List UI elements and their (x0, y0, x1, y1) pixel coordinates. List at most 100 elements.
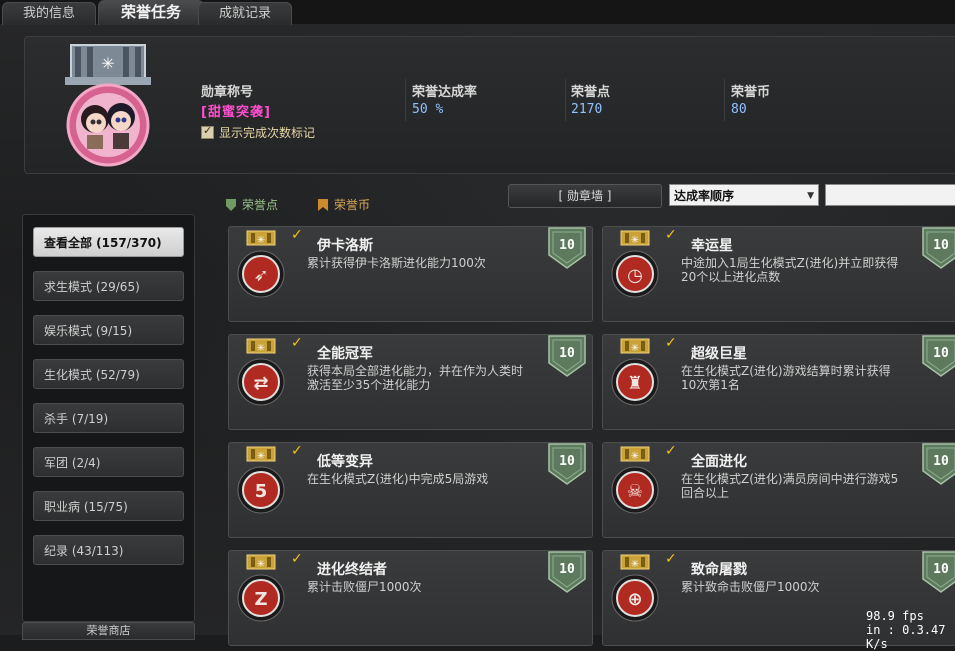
points-value: 10 (933, 454, 949, 469)
fps-readout: 98.9 fps (866, 609, 924, 623)
clock-icon: ◷ (627, 265, 643, 286)
points-value: 10 (933, 346, 949, 361)
wings-icon: ➶ (253, 265, 268, 286)
sidebar-item-records[interactable]: 纪录 (43/113) (33, 535, 184, 565)
sidebar-item-profession[interactable]: 职业病 (15/75) (33, 491, 184, 521)
honor-points-value: 2170 (571, 102, 603, 117)
achievement-card[interactable]: ✳ Z ✓ 进化终结者 累计击败僵尸1000次 10 (228, 550, 593, 646)
achievement-card[interactable]: ✳ ⇄ ✓ 全能冠军 获得本局全部进化能力，并在作为人类时激活至少35个进化能力 10 (228, 334, 593, 430)
achievement-card[interactable]: ✳ ☠ ✓ 全面进化 在生化模式Z(进化)满员房间中进行游戏5回合以上 10 (602, 442, 955, 538)
tab-bar: 我的信息 荣誉任务 成就记录 (0, 0, 955, 25)
honor-shop-button[interactable]: 荣誉商店 (22, 622, 195, 640)
show-count-checkbox[interactable]: ✓ (201, 124, 214, 139)
achievement-title: 全能冠军 (317, 346, 373, 362)
svg-text:✳: ✳ (101, 54, 114, 73)
tab-honor-tasks[interactable]: 荣誉任务 (98, 0, 204, 25)
svg-text:✳: ✳ (257, 451, 265, 462)
achievement-title: 超级巨星 (691, 346, 747, 362)
achievement-description: 中途加入1局生化模式Z(进化)并立即获得20个以上进化点数 (681, 256, 899, 284)
category-sidebar: 查看全部 (157/370) 求生模式 (29/65) 娱乐模式 (9/15) … (22, 214, 195, 622)
achievement-card[interactable]: ✳ 5 ✓ 低等变异 在生化模式Z(进化)中完成5局游戏 10 (228, 442, 593, 538)
svg-text:✳: ✳ (257, 559, 265, 570)
completed-check-icon: ✓ (291, 551, 303, 567)
number-five-icon: 5 (255, 481, 268, 502)
svg-text:✳: ✳ (631, 559, 639, 570)
sidebar-item-all[interactable]: 查看全部 (157/370) (33, 227, 184, 257)
achievement-description: 累计致命击败僵尸1000次 (681, 580, 820, 594)
sort-dropdown-value: 达成率顺序 (674, 189, 735, 203)
points-badge: 10 (922, 227, 955, 269)
net-readout: in : 0.3.47 K/s (866, 623, 946, 651)
completed-check-icon: ✓ (665, 227, 677, 243)
honor-points-label: 荣誉点 (571, 85, 611, 100)
completed-check-icon: ✓ (665, 443, 677, 459)
sidebar-item-killer[interactable]: 杀手 (7/19) (33, 403, 184, 433)
achievement-card[interactable]: ✳ ♜ ✓ 超级巨星 在生化模式Z(进化)游戏结算时累计获得10次第1名 10 (602, 334, 955, 430)
achievement-card[interactable]: ✳ ◷ ✓ 幸运星 中途加入1局生化模式Z(进化)并立即获得20个以上进化点数 10 (602, 226, 955, 322)
svg-text:✳: ✳ (631, 235, 639, 246)
achievement-title: 进化终结者 (317, 562, 387, 578)
honor-coins-label: 荣誉币 (731, 85, 771, 100)
zombie-z-icon: Z (254, 589, 267, 610)
legend-honor-coins-label: 荣誉币 (334, 198, 371, 212)
legend-honor-points-label: 荣誉点 (242, 198, 279, 212)
tab-achievements[interactable]: 成就记录 (198, 2, 292, 25)
medal-wall-button[interactable]: [ 勋章墙 ] (508, 184, 662, 208)
tab-my-info[interactable]: 我的信息 (2, 2, 96, 25)
bookmark-icon (318, 199, 328, 211)
legend-honor-points: 荣誉点 (226, 196, 278, 213)
achievement-description: 累计击败僵尸1000次 (307, 580, 422, 594)
achievement-title: 伊卡洛斯 (317, 238, 373, 254)
achievement-title: 幸运星 (691, 238, 733, 254)
achievement-medal-icon: ✳⇄ (237, 338, 285, 406)
points-badge: 10 (922, 551, 955, 593)
achievement-medal-icon: ✳◷ (611, 230, 659, 298)
svg-text:✳: ✳ (631, 343, 639, 354)
completed-check-icon: ✓ (291, 443, 303, 459)
svg-text:✳: ✳ (631, 451, 639, 462)
points-badge: 10 (548, 551, 586, 593)
achievement-description: 在生化模式Z(进化)满员房间中进行游戏5回合以上 (681, 472, 899, 500)
achievement-medal-icon: ✳⊕ (611, 554, 659, 622)
medal-title-value: [甜蜜突袭] (201, 105, 271, 120)
achievement-title: 低等变异 (317, 454, 373, 470)
points-value: 10 (559, 454, 575, 469)
achievement-medal-icon: ✳➶ (237, 230, 285, 298)
trophy-icon: ♜ (627, 373, 643, 394)
shield-icon (226, 199, 236, 211)
points-value: 10 (559, 562, 575, 577)
points-badge: 10 (548, 227, 586, 269)
completed-check-icon: ✓ (665, 335, 677, 351)
points-value: 10 (933, 238, 949, 253)
completed-check-icon: ✓ (665, 551, 677, 567)
achievement-medal-icon: ✳5 (237, 446, 285, 514)
points-value: 10 (933, 562, 949, 577)
achievement-medal-icon: ✳♜ (611, 338, 659, 406)
divider (724, 79, 725, 121)
sidebar-item-zombie[interactable]: 生化模式 (52/79) (33, 359, 184, 389)
sidebar-item-legion[interactable]: 军团 (2/4) (33, 447, 184, 477)
achievement-card[interactable]: ✳ ➶ ✓ 伊卡洛斯 累计获得伊卡洛斯进化能力100次 10 (228, 226, 593, 322)
sidebar-item-survival[interactable]: 求生模式 (29/65) (33, 271, 184, 301)
sort-dropdown[interactable]: 达成率顺序 ▼ (669, 184, 819, 206)
divider (565, 79, 566, 121)
achievement-medal-icon: ✳☠ (611, 446, 659, 514)
points-value: 10 (559, 346, 575, 361)
points-badge: 10 (922, 443, 955, 485)
points-badge: 10 (548, 443, 586, 485)
chevron-down-icon: ▼ (807, 191, 814, 201)
points-value: 10 (559, 238, 575, 253)
legend-honor-coins: 荣誉币 (318, 196, 370, 213)
fps-overlay: 98.9 fps in : 0.3.47 K/s (866, 609, 955, 651)
achievement-title: 全面进化 (691, 454, 747, 470)
search-input[interactable] (825, 184, 955, 206)
points-badge: 10 (922, 335, 955, 377)
honor-coins-value: 80 (731, 102, 747, 117)
skull-icon: ☠ (627, 481, 643, 502)
completion-label: 荣誉达成率 (412, 85, 478, 100)
achievement-medal-icon: ✳Z (237, 554, 285, 622)
sidebar-item-fun[interactable]: 娱乐模式 (9/15) (33, 315, 184, 345)
achievement-description: 累计获得伊卡洛斯进化能力100次 (307, 256, 486, 270)
honor-medal-icon: ✳ (65, 44, 151, 167)
achievement-title: 致命屠戮 (691, 562, 747, 578)
